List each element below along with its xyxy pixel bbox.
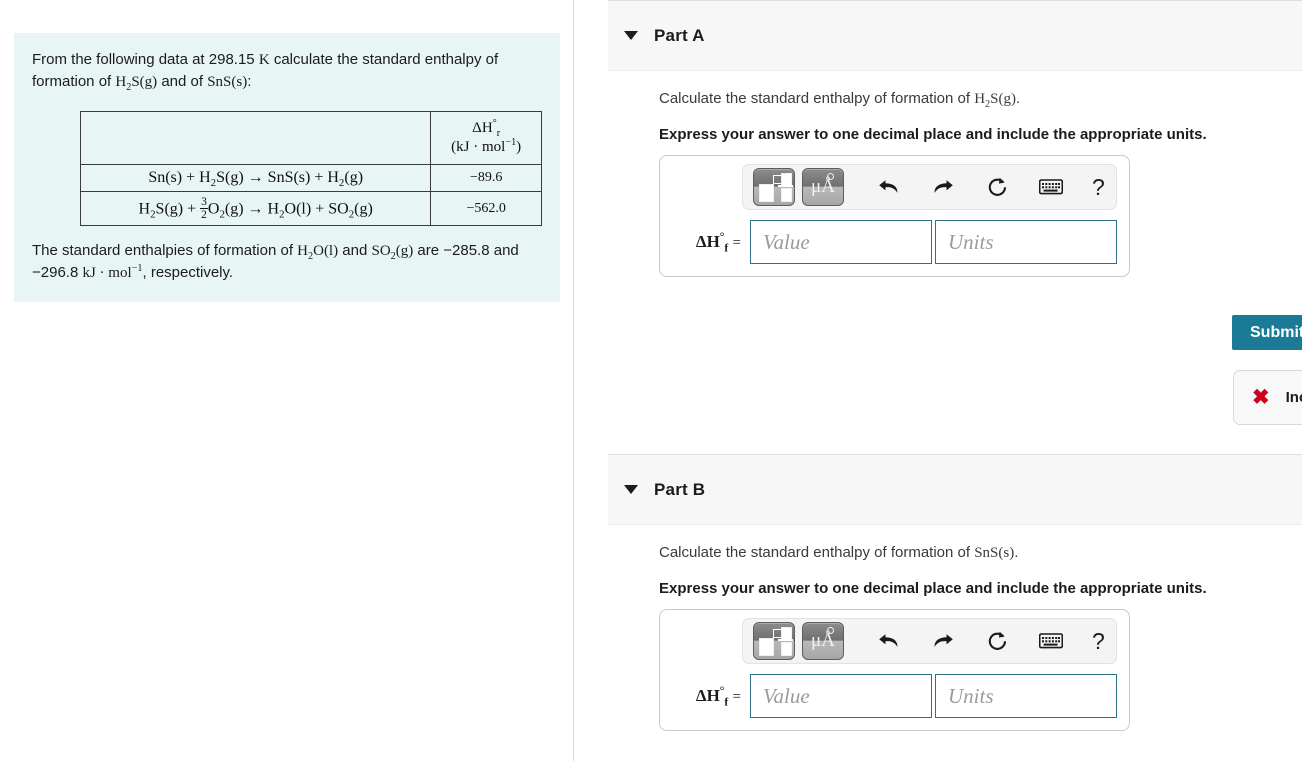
part-b-question-suffix: . <box>1014 544 1019 561</box>
part-b-units-input[interactable] <box>935 674 1117 718</box>
part-b-field-row: ΔH°f = <box>660 664 1129 730</box>
species-h2s: H2S(g) <box>115 74 158 93</box>
part-a-instruction: Express your answer to one decimal place… <box>659 126 1207 143</box>
part-a-header[interactable]: Part A <box>608 0 1302 71</box>
note-part1: The standard enthalpies of formation of <box>32 242 298 260</box>
submit-button[interactable]: Submit <box>1232 315 1302 350</box>
table-header-row: ΔH°r (kJ · mol−1) <box>79 111 542 165</box>
help-icon[interactable]: ? <box>1092 174 1105 201</box>
part-b-title: Part B <box>654 479 706 499</box>
undo-icon[interactable] <box>874 172 904 202</box>
header-units: (kJ · mol−1) <box>451 137 522 155</box>
note-part4: , respectively. <box>142 264 234 282</box>
units-micro-angstrom-icon[interactable]: μÅ <box>802 622 844 660</box>
header-delta-h-r: ΔH°r <box>472 118 501 139</box>
reaction-2-value: −562.0 <box>430 190 542 227</box>
part-b-header[interactable]: Part B <box>608 454 1302 525</box>
chevron-down-icon[interactable] <box>624 485 638 494</box>
part-a-equation-toolbar: μÅ ? <box>742 164 1117 210</box>
part-a-question: Calculate the standard enthalpy of forma… <box>659 90 1021 110</box>
part-b-instruction: Express your answer to one decimal place… <box>659 580 1207 597</box>
note-part2: and <box>338 242 372 260</box>
note-units: kJ · mol−1 <box>82 263 143 282</box>
part-b-question-species: SnS(s) <box>974 545 1015 561</box>
incorrect-x-icon: ✖ <box>1252 386 1270 409</box>
part-b-question-prefix: Calculate the standard enthalpy of forma… <box>659 544 975 561</box>
keyboard-icon[interactable] <box>1036 626 1066 656</box>
part-b-answer-box: μÅ ? ΔH°f = Value Units <box>659 609 1130 731</box>
reset-icon[interactable] <box>982 172 1012 202</box>
reset-icon[interactable] <box>982 626 1012 656</box>
part-a-answer-box: μÅ ? ΔH°f = Value Units <box>659 155 1130 277</box>
problem-statement-card: From the following data at 298.15 K calc… <box>14 33 560 303</box>
reaction-2: H2S(g) + 3 2 O2(g) → H2O(l) + SO2(g) <box>79 190 432 227</box>
page-root: From the following data at 298.15 K calc… <box>0 0 1302 761</box>
units-micro-angstrom-icon[interactable]: μÅ <box>802 168 844 206</box>
part-b-answer-label: ΔH°f = <box>695 684 741 709</box>
equals-sign: = <box>732 689 741 705</box>
table-row: Sn(s) + H2S(g) → SnS(s) + H2(g) −89.6 <box>79 164 542 192</box>
keyboard-icon[interactable] <box>1036 172 1066 202</box>
help-icon[interactable]: ? <box>1092 628 1105 655</box>
part-a-answer-label: ΔH°f = <box>695 230 741 255</box>
problem-intro-part4: : <box>247 73 252 90</box>
equals-sign: = <box>732 235 741 251</box>
temperature-unit: K <box>258 52 270 68</box>
redo-icon[interactable] <box>928 626 958 656</box>
problem-note-text: The standard enthalpies of formation of … <box>32 240 542 284</box>
table-header-enthalpy: ΔH°r (kJ · mol−1) <box>430 111 542 165</box>
template-icon[interactable] <box>753 168 795 206</box>
part-a-value-input[interactable] <box>750 220 932 264</box>
species-so2: SO2(g) <box>371 243 414 263</box>
feedback-text: Incorrect; Try Again <box>1285 389 1302 406</box>
table-row: H2S(g) + 3 2 O2(g) → H2O(l) + SO2(g) −562.… <box>79 190 542 227</box>
problem-panel: From the following data at 298.15 K calc… <box>0 0 574 761</box>
species-sns: SnS(s) <box>207 74 248 90</box>
part-b-equation-toolbar: μÅ ? <box>742 618 1117 664</box>
answer-panel: Part A Calculate the standard enthalpy o… <box>574 0 1302 761</box>
problem-intro-part1: From the following data at 298.15 <box>32 51 259 68</box>
part-a-question-suffix: . <box>1015 90 1021 107</box>
problem-intro-part3: and of <box>157 73 208 90</box>
problem-intro-text: From the following data at 298.15 K calc… <box>32 49 542 93</box>
redo-icon[interactable] <box>928 172 958 202</box>
fraction-three-halves: 32 <box>200 196 208 222</box>
part-b-question: Calculate the standard enthalpy of forma… <box>659 544 1018 562</box>
species-h2o: H2O(l) <box>297 243 339 263</box>
part-b-value-input[interactable] <box>750 674 932 718</box>
table-header-blank <box>79 111 432 165</box>
part-a-title: Part A <box>654 25 705 45</box>
undo-icon[interactable] <box>874 626 904 656</box>
reaction-1: Sn(s) + H2S(g) → SnS(s) + H2(g) <box>79 164 432 192</box>
part-a-units-input[interactable] <box>935 220 1117 264</box>
part-a-field-row: ΔH°f = <box>660 210 1129 276</box>
chevron-down-icon[interactable] <box>624 31 638 40</box>
part-a-question-prefix: Calculate the standard enthalpy of forma… <box>659 90 975 107</box>
part-a-feedback-banner: ✖ Incorrect; Try Again <box>1233 370 1302 425</box>
reaction-1-value: −89.6 <box>430 164 542 192</box>
template-icon[interactable] <box>753 622 795 660</box>
reaction-data-table: ΔH°r (kJ · mol−1) Sn(s) + H2S(g) → SnS(s… <box>79 111 542 227</box>
part-a-actions: Submit Previous Answers Request Answer <box>1232 315 1302 350</box>
part-a-question-species: H2S(g) <box>974 91 1016 110</box>
